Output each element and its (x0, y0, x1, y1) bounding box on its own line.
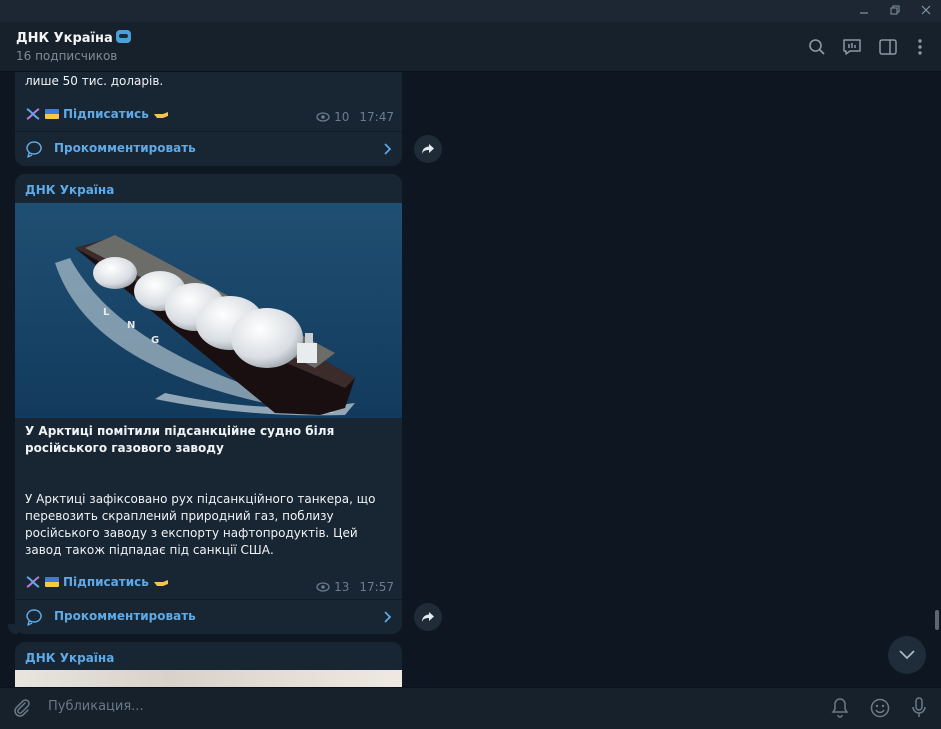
message-input[interactable]: Публикация... (48, 699, 144, 714)
views-eye-icon (316, 112, 330, 122)
restore-icon (890, 5, 900, 15)
chevron-right-icon (384, 611, 392, 623)
comment-bubble-icon (26, 609, 42, 626)
post-meta: 13 17:57 (316, 580, 394, 594)
message-feed[interactable]: лише 50 тис. доларів. Підписатись 10 17:… (0, 72, 941, 687)
bubble-tail (8, 624, 18, 634)
views-count: 13 (334, 580, 350, 594)
forward-arrow-icon (422, 144, 434, 154)
attach-icon[interactable] (12, 698, 32, 718)
channel-post[interactable]: ДНК Україна (15, 642, 402, 687)
chevron-down-icon (899, 650, 915, 660)
post-time: 17:47 (359, 110, 394, 124)
post-body: У Арктиці зафіксовано рух підсанкційного… (25, 492, 376, 557)
robot-emoji-icon (115, 30, 131, 43)
subscribe-label: Підписатись (63, 575, 149, 589)
share-button[interactable] (414, 603, 442, 631)
minimize-icon (860, 12, 868, 14)
maximize-button[interactable] (880, 0, 910, 22)
more-vertical-icon[interactable] (909, 36, 931, 58)
pointing-hand-emoji-icon (153, 112, 168, 118)
comment-label: Прокомментировать (54, 141, 196, 155)
views-count: 10 (334, 110, 350, 124)
chevron-right-icon (384, 143, 392, 155)
post-image[interactable] (15, 670, 402, 687)
post-time: 17:57 (359, 580, 394, 594)
emoji-icon[interactable] (869, 697, 891, 719)
close-icon (921, 5, 931, 15)
close-window-button[interactable] (911, 0, 941, 22)
comment-button[interactable]: Прокомментировать (15, 132, 402, 166)
channel-title[interactable]: ДНК Україна (16, 30, 131, 46)
comment-label: Прокомментировать (54, 609, 196, 623)
channel-post[interactable]: ДНК Україна (15, 174, 402, 634)
feed-scrollbar[interactable] (935, 72, 939, 687)
channel-title-text: ДНК Україна (16, 31, 113, 46)
microphone-icon[interactable] (910, 696, 928, 720)
subscribe-link[interactable]: Підписатись (25, 107, 171, 121)
composer-bar: Публикация... (0, 687, 941, 729)
sidebar-toggle-icon[interactable] (877, 36, 899, 58)
lng-tanker-photo: L N G (15, 203, 402, 418)
share-button[interactable] (414, 135, 442, 163)
post-image[interactable]: L N G (15, 203, 402, 418)
post-text: лише 50 тис. доларів. (25, 74, 164, 88)
post-sender[interactable]: ДНК Україна (25, 651, 114, 665)
minimize-button[interactable] (849, 0, 879, 22)
subscribe-link[interactable]: Підписатись (25, 575, 171, 589)
dna-emoji-icon (26, 108, 40, 120)
channel-post[interactable]: лише 50 тис. доларів. Підписатись 10 17:… (15, 72, 402, 166)
chat-header[interactable]: ДНК Україна 16 подписчиков (0, 22, 941, 72)
search-icon[interactable] (806, 36, 828, 58)
comment-button[interactable]: Прокомментировать (15, 600, 402, 634)
channel-subscribers: 16 подписчиков (16, 49, 118, 63)
scrollbar-thumb[interactable] (935, 610, 939, 630)
post-headline: У Арктиці помітили підсанкційне судно бі… (25, 424, 335, 455)
post-meta: 10 17:47 (316, 110, 394, 124)
hull-letter: G (151, 335, 159, 346)
views-eye-icon (316, 582, 330, 592)
hull-letter: L (103, 307, 110, 318)
ukraine-flag-icon (45, 109, 59, 119)
live-stream-icon[interactable] (841, 36, 863, 58)
pointing-hand-emoji-icon (153, 580, 168, 586)
forward-arrow-icon (422, 612, 434, 622)
post-sender[interactable]: ДНК Україна (25, 183, 114, 197)
hull-letter: N (127, 320, 135, 331)
dna-emoji-icon (26, 576, 40, 588)
bell-icon[interactable] (830, 697, 850, 719)
window-titlebar (0, 0, 941, 22)
comment-bubble-icon (26, 141, 42, 158)
subscribe-label: Підписатись (63, 107, 149, 121)
scroll-to-bottom-button[interactable] (888, 636, 926, 674)
ukraine-flag-icon (45, 577, 59, 587)
